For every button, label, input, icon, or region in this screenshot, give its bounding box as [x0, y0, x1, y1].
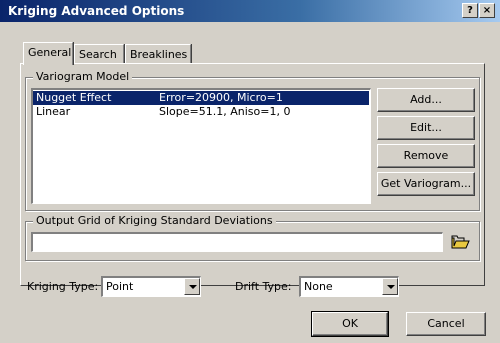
- variogram-component-list[interactable]: Nugget Effect Error=20900, Micro=1 Linea…: [31, 88, 371, 204]
- drift-type-label: Drift Type:: [235, 280, 292, 293]
- chevron-down-icon[interactable]: [184, 278, 200, 295]
- component-name: Nugget Effect: [36, 91, 112, 104]
- list-item[interactable]: Linear Slope=51.1, Aniso=1, 0: [33, 105, 369, 119]
- tab-breaklines[interactable]: Breaklines: [125, 44, 191, 64]
- output-grid-path-input[interactable]: [31, 232, 443, 252]
- list-item[interactable]: Nugget Effect Error=20900, Micro=1: [33, 91, 369, 105]
- variogram-model-label: Variogram Model: [33, 70, 133, 83]
- tab-search[interactable]: Search: [74, 44, 124, 64]
- kriging-options-dialog: Kriging Advanced Options ? × General Sea…: [0, 0, 500, 343]
- kriging-type-label: Kriging Type:: [27, 280, 99, 293]
- component-params: Slope=51.1, Aniso=1, 0: [159, 105, 291, 118]
- title-bar[interactable]: Kriging Advanced Options ? ×: [0, 0, 500, 22]
- output-grid-label: Output Grid of Kriging Standard Deviatio…: [33, 214, 276, 227]
- component-name: Linear: [36, 105, 71, 118]
- add-button[interactable]: Add...: [377, 88, 475, 112]
- folder-open-icon[interactable]: [451, 234, 471, 250]
- get-variogram-button[interactable]: Get Variogram...: [377, 172, 475, 196]
- kriging-type-select[interactable]: Point: [101, 276, 201, 297]
- kriging-type-value: Point: [106, 280, 134, 293]
- tab-general[interactable]: General: [23, 42, 73, 65]
- cancel-button[interactable]: Cancel: [406, 312, 486, 336]
- drift-type-value: None: [304, 280, 333, 293]
- close-button[interactable]: ×: [479, 3, 495, 18]
- chevron-down-icon[interactable]: [382, 278, 398, 295]
- help-button[interactable]: ?: [462, 3, 478, 18]
- remove-button[interactable]: Remove: [377, 144, 475, 168]
- edit-button[interactable]: Edit...: [377, 116, 475, 140]
- dialog-title: Kriging Advanced Options: [8, 4, 185, 18]
- ok-button[interactable]: OK: [311, 311, 389, 337]
- drift-type-select[interactable]: None: [299, 276, 399, 297]
- component-params: Error=20900, Micro=1: [159, 91, 283, 104]
